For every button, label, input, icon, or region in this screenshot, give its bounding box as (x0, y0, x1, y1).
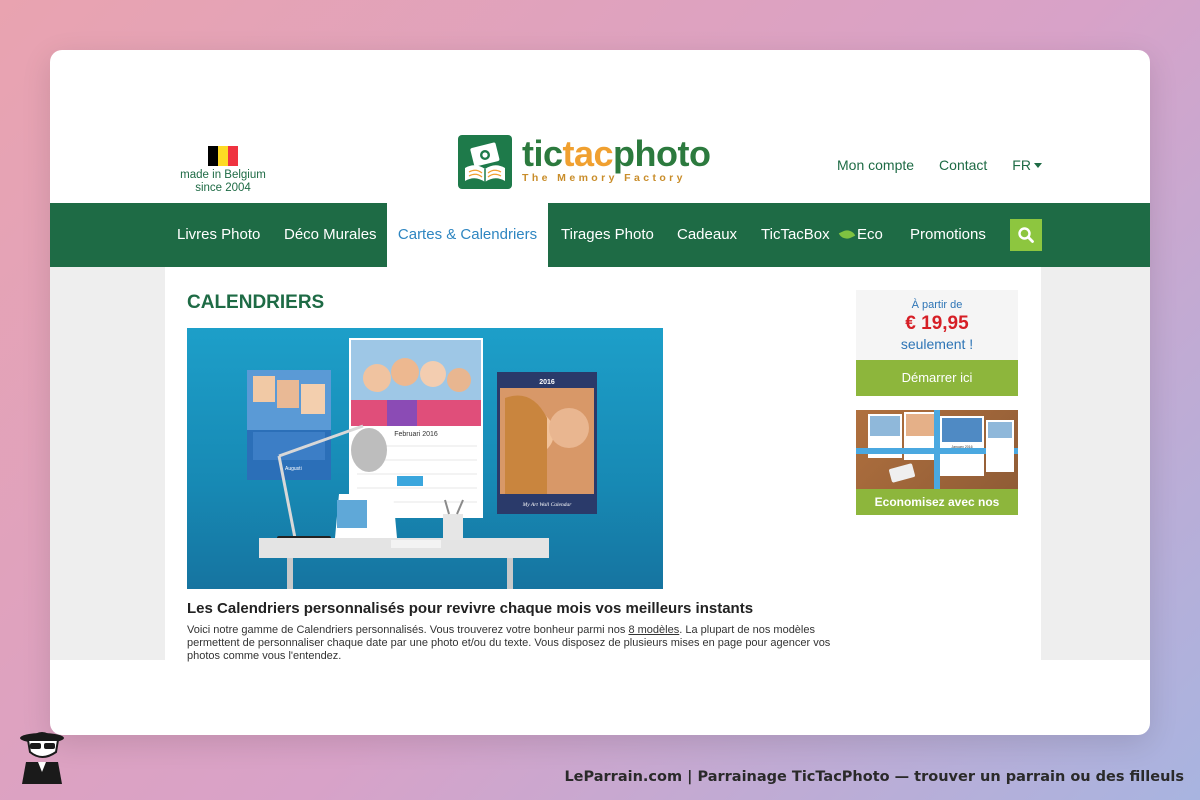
packs-banner[interactable]: January 2016 Economisez avec nos packs (856, 410, 1018, 515)
site-logo[interactable]: tictacphoto The Memory Factory (458, 135, 711, 189)
search-icon (1018, 227, 1034, 243)
hero-image: Augusti Februari 2016 2016 My Art Wall C… (187, 328, 663, 589)
nav-cartes-calendriers[interactable]: Cartes & Calendriers (387, 203, 548, 267)
packs-label: Economisez avec nos packs (856, 489, 1018, 515)
small-calendar-month: Augusti (285, 466, 302, 472)
logo-book-icon (458, 135, 512, 189)
price-from-label: À partir de (911, 299, 963, 311)
nav-cadeaux[interactable]: Cadeaux (677, 203, 737, 267)
caret-down-icon (1033, 163, 1042, 168)
price-only-label: seulement ! (900, 336, 974, 352)
logo-tagline: The Memory Factory (522, 172, 686, 184)
section-subtitle: Les Calendriers personnalisés pour reviv… (187, 600, 754, 617)
browser-card: made in Belgium since 2004 tictacphoto T… (50, 50, 1150, 735)
models-link[interactable]: 8 modèles (628, 624, 679, 636)
right-gutter (1041, 267, 1150, 660)
nav-promotions[interactable]: Promotions (910, 203, 986, 267)
belgium-flag-icon (208, 146, 238, 166)
nav-tictacbox[interactable]: TicTacBox (761, 203, 830, 267)
calendar-year-label: 2016 (539, 379, 555, 386)
leaf-icon (838, 227, 856, 242)
calendar-caption: My Art Wall Calendar (522, 502, 573, 508)
made-in-belgium: made in Belgium since 2004 (178, 146, 268, 195)
start-button[interactable]: Démarrer ici (856, 360, 1018, 396)
language-selector[interactable]: FR (1012, 157, 1042, 173)
page-title: CALENDRIERS (187, 292, 325, 313)
search-button[interactable] (1010, 219, 1042, 251)
contact-link[interactable]: Contact (939, 157, 987, 173)
made-in-label: made in Belgium (180, 169, 266, 181)
nav-eco[interactable]: Eco (838, 203, 883, 267)
main-nav: Livres Photo Déco Murales Cartes & Calen… (50, 203, 1150, 267)
description-text: Voici notre gamme de Calendriers personn… (187, 624, 831, 662)
footer-caption: LeParrain.com | Parrainage TicTacPhoto —… (564, 769, 1184, 785)
my-account-link[interactable]: Mon compte (837, 157, 914, 173)
main-content: CALENDRIERS Augusti Februari 2016 2016 M… (165, 267, 1041, 662)
nav-tirages-photo[interactable]: Tirages Photo (561, 203, 654, 267)
nav-deco-murales[interactable]: Déco Murales (284, 203, 377, 267)
left-gutter (50, 267, 165, 660)
since-label: since 2004 (195, 182, 251, 194)
mascot-icon (18, 728, 70, 784)
price-value: € 19,95 (905, 313, 969, 334)
logo-wordmark: tictacphoto (522, 133, 711, 174)
calendar-month-label: Februari 2016 (394, 431, 438, 438)
top-links: Mon compte Contact FR (837, 157, 1042, 173)
price-box: À partir de € 19,95 seulement ! (856, 290, 1018, 360)
nav-livres-photo[interactable]: Livres Photo (177, 203, 260, 267)
